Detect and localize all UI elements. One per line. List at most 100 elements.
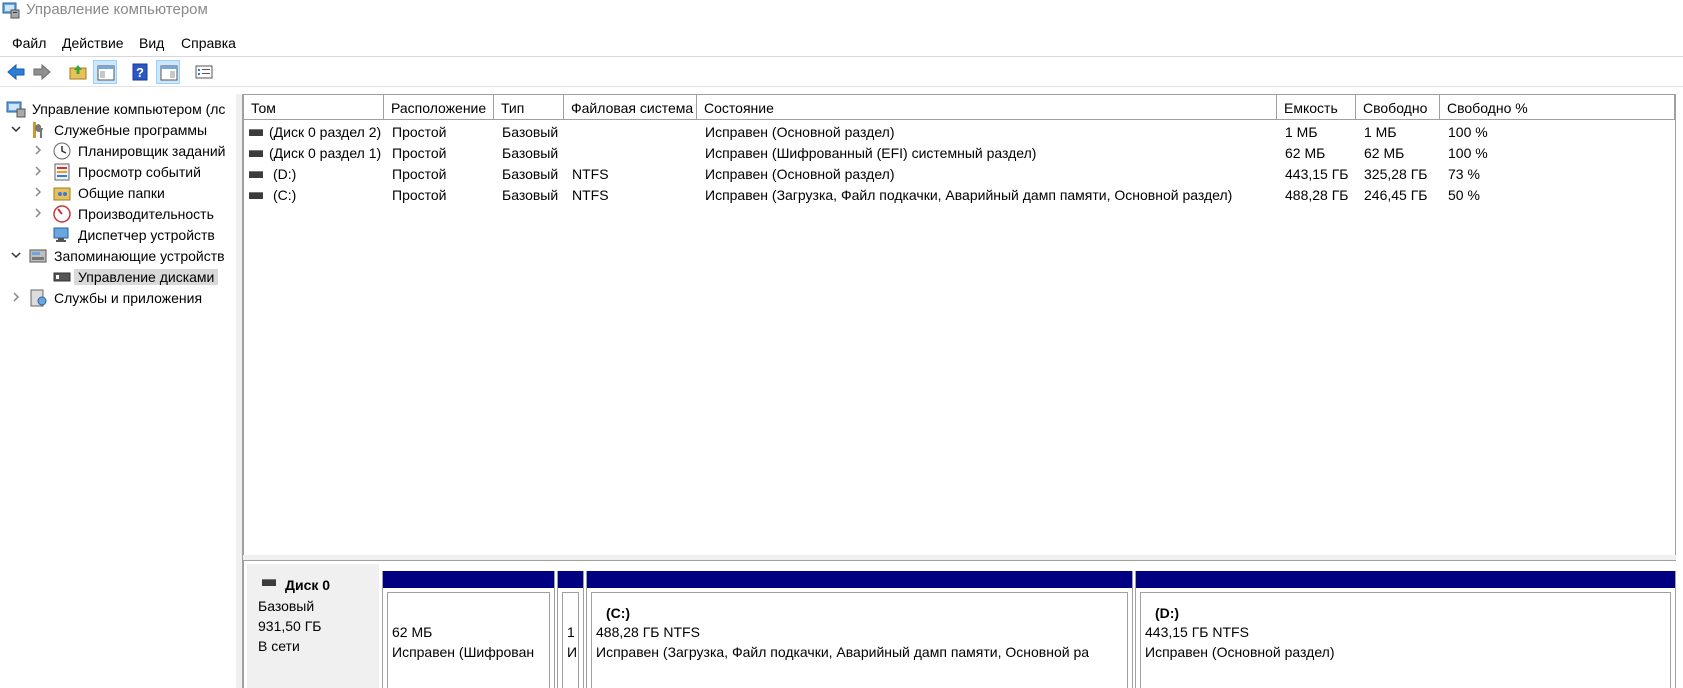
cell-status: Исправен (Шифрованный (EFI) системный ра…: [705, 145, 1037, 161]
disk-info-panel[interactable]: Диск 0 Базовый 931,50 ГБ В сети: [247, 564, 379, 688]
column-header-free-space[interactable]: Свободно: [1356, 95, 1440, 119]
tools-icon: [28, 120, 48, 140]
chevron-right-icon[interactable]: [32, 206, 44, 218]
partition-status: Исправен (Основной раздел): [1145, 644, 1335, 660]
chevron-right-icon[interactable]: [32, 164, 44, 176]
disk-graphical-view: Диск 0 Базовый 931,50 ГБ В сети 62 МБ Ис…: [243, 561, 1677, 688]
partition-status: Исправен (Шифрован: [392, 644, 535, 660]
cell-free-space: 246,45 ГБ: [1364, 187, 1428, 203]
device-manager-icon: [52, 225, 72, 245]
partition-header-bar: [1136, 571, 1675, 588]
disk-status: В сети: [258, 638, 300, 654]
column-header-file-system[interactable]: Файловая система: [564, 95, 697, 119]
cell-type: Базовый: [502, 187, 559, 203]
help-icon[interactable]: ?: [128, 60, 152, 84]
clock-icon: [52, 141, 72, 161]
back-arrow-icon[interactable]: [4, 60, 28, 84]
cell-layout: Простой: [392, 145, 447, 161]
cell-free-space: 1 МБ: [1364, 124, 1397, 140]
cell-capacity: 443,15 ГБ: [1285, 166, 1349, 182]
partition-d[interactable]: (D:) 443,15 ГБ NTFS Исправен (Основной р…: [1135, 571, 1676, 688]
cell-file-system: NTFS: [572, 187, 609, 203]
table-row[interactable]: (Диск 0 раздел 2) Простой Базовый Исправ…: [244, 122, 1675, 143]
disk-name: Диск 0: [285, 577, 331, 593]
partition-header-bar: [383, 571, 554, 588]
column-header-capacity[interactable]: Емкость: [1277, 95, 1356, 119]
tree-item-label: Служебные программы: [54, 122, 208, 138]
disk-icon: [249, 150, 263, 157]
column-header-layout[interactable]: Расположение: [384, 95, 494, 119]
forward-arrow-icon[interactable]: [30, 60, 54, 84]
table-row[interactable]: (Диск 0 раздел 1) Простой Базовый Исправ…: [244, 143, 1675, 164]
title-bar: Управление компьютером: [0, 0, 1683, 22]
properties-icon[interactable]: [192, 60, 216, 84]
cell-status: Исправен (Основной раздел): [705, 166, 895, 182]
cell-volume: (Диск 0 раздел 2): [269, 124, 382, 140]
event-viewer-icon: [52, 162, 72, 182]
partition-status: Исправен (Загрузка, Файл подкачки, Авари…: [596, 644, 1090, 660]
cell-file-system: NTFS: [572, 166, 609, 182]
chevron-right-icon[interactable]: [32, 185, 44, 197]
cell-free-percent: 100 %: [1448, 145, 1488, 161]
cell-free-percent: 100 %: [1448, 124, 1488, 140]
cell-volume: (C:): [273, 187, 297, 203]
cell-capacity: 488,28 ГБ: [1285, 187, 1349, 203]
cell-volume: (D:): [273, 166, 297, 182]
cell-volume: (Диск 0 раздел 1): [269, 145, 382, 161]
cell-type: Базовый: [502, 166, 559, 182]
cell-layout: Простой: [392, 187, 447, 203]
menu-view[interactable]: Вид: [139, 35, 164, 51]
column-header-status[interactable]: Состояние: [697, 95, 1277, 119]
cell-status: Исправен (Основной раздел): [705, 124, 895, 140]
tree-item-label: Запоминающие устройств: [54, 248, 225, 264]
menu-action[interactable]: Действие: [62, 35, 124, 51]
partition-efi[interactable]: 62 МБ Исправен (Шифрован: [382, 571, 555, 688]
tree-item-label: Производительность: [78, 206, 214, 222]
tree-item-label: Управление дисками: [74, 269, 219, 285]
cell-type: Базовый: [502, 124, 559, 140]
cell-status: Исправен (Загрузка, Файл подкачки, Авари…: [705, 187, 1233, 203]
menu-help[interactable]: Справка: [181, 35, 236, 51]
performance-icon: [52, 204, 72, 224]
pane-splitter[interactable]: [236, 94, 243, 688]
chevron-down-icon[interactable]: [10, 248, 22, 260]
table-row[interactable]: (C:) Простой Базовый NTFS Исправен (Загр…: [244, 185, 1675, 206]
chevron-right-icon[interactable]: [32, 143, 44, 155]
menu-bar: Файл Действие Вид Справка: [0, 32, 1683, 57]
up-folder-icon[interactable]: [66, 60, 90, 84]
column-header-volume[interactable]: Том: [244, 95, 384, 119]
column-header-free-percent[interactable]: Свободно %: [1440, 95, 1675, 119]
storage-icon: [28, 246, 48, 266]
cell-capacity: 1 МБ: [1285, 124, 1318, 140]
cell-layout: Простой: [392, 166, 447, 182]
column-header-type[interactable]: Тип: [494, 95, 564, 119]
partition-c[interactable]: (C:) 488,28 ГБ NTFS Исправен (Загрузка, …: [586, 571, 1133, 688]
tree-item-label: Службы и приложения: [54, 290, 203, 306]
volume-list: Том Расположение Тип Файловая система Со…: [243, 94, 1676, 556]
show-hide-action-pane-icon[interactable]: [156, 60, 180, 84]
partition-size: 62 МБ: [392, 624, 433, 640]
cell-free-space: 62 МБ: [1364, 145, 1405, 161]
table-row[interactable]: (D:) Простой Базовый NTFS Исправен (Осно…: [244, 164, 1675, 185]
cell-free-space: 325,28 ГБ: [1364, 166, 1428, 182]
console-tree: Управление компьютером (лс Служебные про…: [0, 94, 237, 688]
show-hide-console-tree-icon[interactable]: [93, 60, 117, 84]
tree-item-label: Планировщик заданий: [78, 143, 226, 159]
window-title: Управление компьютером: [26, 1, 208, 18]
shared-folder-icon: [52, 183, 72, 203]
disk-type: Базовый: [258, 598, 315, 614]
computer-management-icon: [6, 99, 26, 119]
toolbar: ?: [0, 58, 1683, 87]
partition-status: И: [567, 644, 578, 660]
chevron-down-icon[interactable]: [10, 122, 22, 134]
partition-name: (C:): [606, 605, 631, 621]
partition-size: 1: [567, 624, 575, 640]
cell-capacity: 62 МБ: [1285, 145, 1326, 161]
cell-type: Базовый: [502, 145, 559, 161]
menu-file[interactable]: Файл: [12, 35, 46, 51]
tree-item-label: Просмотр событий: [78, 164, 201, 180]
partition-reserved[interactable]: 1 И: [557, 571, 584, 688]
chevron-right-icon[interactable]: [10, 290, 22, 302]
svg-text:?: ?: [136, 65, 144, 80]
disk-icon: [249, 192, 263, 199]
